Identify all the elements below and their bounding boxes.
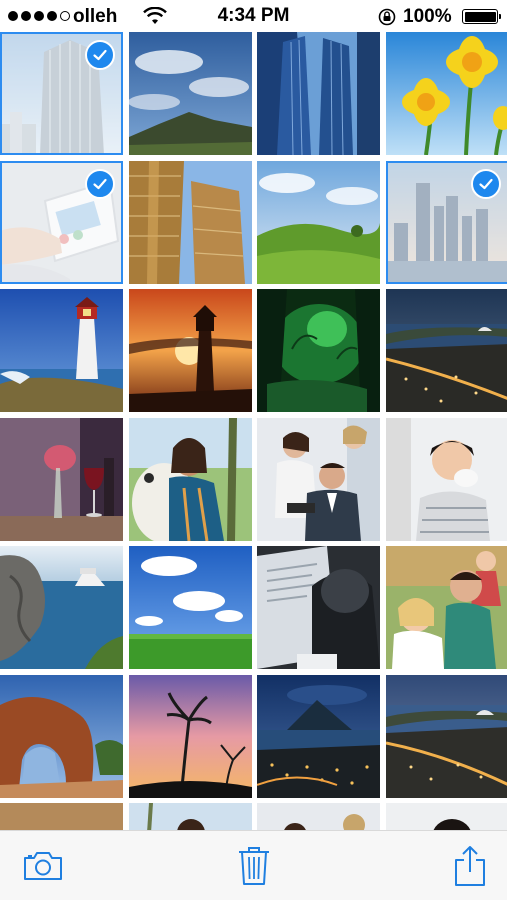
- bottom-toolbar: [0, 830, 507, 900]
- photo-image: [128, 160, 252, 284]
- photo-image: [0, 289, 123, 412]
- photo-thumbnail[interactable]: [385, 160, 507, 284]
- photo-image: [257, 803, 380, 830]
- battery-icon: [462, 9, 501, 24]
- delete-button[interactable]: [234, 845, 274, 887]
- checkmark-icon: [85, 168, 115, 199]
- checkmark-icon: [85, 40, 115, 70]
- photo-image: [385, 546, 507, 669]
- photo-thumbnail[interactable]: [385, 289, 507, 412]
- photo-image: [128, 417, 252, 541]
- photo-thumbnail[interactable]: [385, 32, 507, 155]
- photo-thumbnail[interactable]: [0, 160, 123, 284]
- photo-thumbnail[interactable]: [128, 803, 252, 830]
- photo-thumbnail[interactable]: [257, 32, 380, 155]
- photo-image: [0, 417, 123, 541]
- photo-thumbnail[interactable]: [0, 674, 123, 798]
- photo-thumbnail[interactable]: [257, 417, 380, 541]
- share-button[interactable]: [450, 845, 490, 887]
- photo-thumbnail[interactable]: [128, 289, 252, 412]
- rotation-lock-icon: [378, 8, 396, 26]
- battery-percentage: 100%: [403, 6, 452, 27]
- photo-thumbnail[interactable]: [128, 546, 252, 669]
- photo-thumbnail[interactable]: [385, 674, 507, 798]
- photo-thumbnail[interactable]: [0, 546, 123, 669]
- photo-image: [128, 803, 252, 830]
- photo-image: [0, 803, 123, 830]
- photo-thumbnail[interactable]: [0, 417, 123, 541]
- photo-image: [257, 32, 380, 155]
- photo-thumbnail[interactable]: [0, 32, 123, 155]
- photo-thumbnail[interactable]: [257, 546, 380, 669]
- photo-image: [385, 674, 507, 798]
- photo-image: [0, 546, 123, 669]
- photo-thumbnail[interactable]: [385, 546, 507, 669]
- camera-icon: [24, 852, 62, 880]
- photo-image: [257, 674, 380, 798]
- photo-thumbnail[interactable]: [257, 803, 380, 830]
- photo-thumbnail[interactable]: [257, 674, 380, 798]
- photo-image: [128, 289, 252, 412]
- status-bar: olleh 4:34 PM 100%: [0, 0, 507, 32]
- photo-image: [257, 289, 380, 412]
- photo-image: [257, 160, 380, 284]
- photo-thumbnail[interactable]: [128, 160, 252, 284]
- photo-image: [128, 32, 252, 155]
- photo-thumbnail[interactable]: [128, 32, 252, 155]
- photo-image: [385, 417, 507, 541]
- photo-image: [385, 289, 507, 412]
- photo-image: [385, 803, 507, 830]
- photo-thumbnail[interactable]: [257, 160, 380, 284]
- photo-image: [0, 674, 123, 798]
- photo-thumbnail[interactable]: [0, 289, 123, 412]
- photo-image: [128, 674, 252, 798]
- photo-thumbnail[interactable]: [257, 289, 380, 412]
- checkmark-icon: [470, 168, 501, 199]
- photo-image: [128, 546, 252, 669]
- photo-image: [257, 546, 380, 669]
- share-icon: [455, 846, 485, 886]
- photo-grid[interactable]: [0, 32, 507, 830]
- trash-icon: [239, 847, 269, 885]
- photo-thumbnail[interactable]: [385, 417, 507, 541]
- photo-thumbnail[interactable]: [385, 803, 507, 830]
- photo-image: [257, 417, 380, 541]
- photo-thumbnail[interactable]: [128, 417, 252, 541]
- photo-image: [385, 32, 507, 155]
- photo-thumbnail[interactable]: [128, 674, 252, 798]
- photo-thumbnail[interactable]: [0, 803, 123, 830]
- camera-button[interactable]: [20, 845, 66, 887]
